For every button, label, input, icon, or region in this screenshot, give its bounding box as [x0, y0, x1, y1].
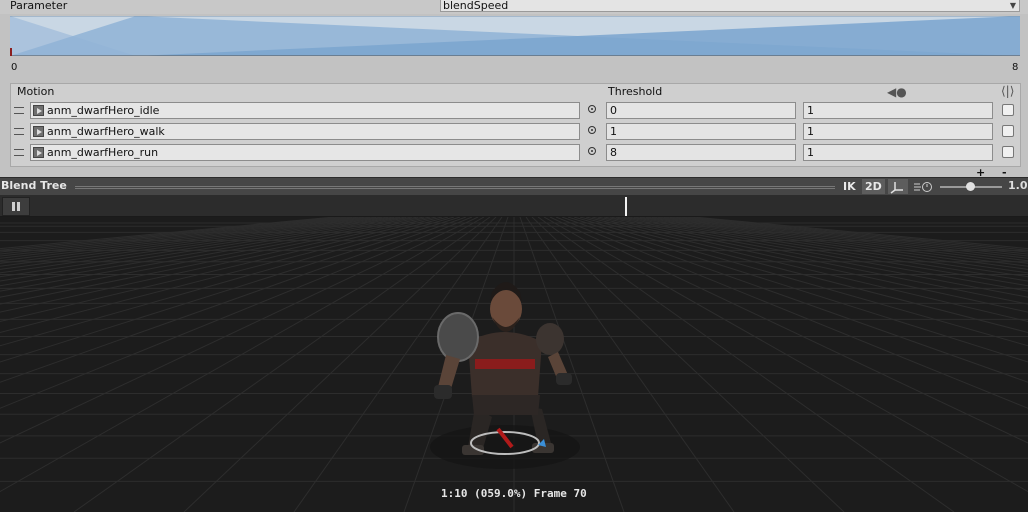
object-picker-icon[interactable]: [588, 126, 596, 134]
parameter-label: Parameter: [10, 0, 68, 12]
compute-thresholds-icon[interactable]: ◀●: [887, 85, 907, 99]
motion-clip-field[interactable]: anm_dwarfHero_run: [30, 144, 580, 161]
add-motion-button[interactable]: +: [976, 167, 985, 178]
dwarf-hero-character: [430, 282, 580, 469]
object-picker-icon[interactable]: [588, 147, 596, 155]
playback-speed-value: 1.0: [1008, 179, 1028, 192]
time-scale-input[interactable]: 1: [803, 102, 993, 119]
axis-max-label: 8: [1012, 62, 1019, 73]
animation-clip-icon: [33, 126, 44, 137]
preview-toolbar: Blend Tree IK 2D 1.0: [0, 177, 1028, 195]
axis-min-label: 0: [11, 62, 18, 73]
2d-toggle-button[interactable]: 2D: [862, 179, 885, 194]
motion-row: anm_dwarfHero_walk 1 1: [11, 123, 1020, 141]
timeline-bar[interactable]: [0, 195, 1028, 217]
parameter-dropdown[interactable]: blendSpeed ▼: [440, 0, 1020, 12]
time-scale-input[interactable]: 1: [803, 123, 993, 140]
blend-graph[interactable]: [10, 16, 1020, 56]
playhead[interactable]: [625, 197, 627, 216]
motion-clip-name: anm_dwarfHero_idle: [47, 104, 160, 117]
pause-icon[interactable]: [2, 197, 30, 216]
parameter-row: Parameter blendSpeed ▼: [0, 0, 1028, 14]
preview-title: Blend Tree: [1, 179, 67, 192]
slider-thumb[interactable]: [966, 182, 975, 191]
preview-viewport[interactable]: 1:10 (059.0%) Frame 70: [0, 217, 1028, 512]
threshold-input[interactable]: 0: [606, 102, 796, 119]
motion-clip-field[interactable]: anm_dwarfHero_idle: [30, 102, 580, 119]
ik-toggle-button[interactable]: IK: [840, 179, 859, 194]
animation-clip-icon: [33, 147, 44, 158]
frame-info: 1:10 (059.0%) Frame 70: [441, 487, 587, 500]
threshold-input[interactable]: 1: [606, 123, 796, 140]
motion-clip-name: anm_dwarfHero_walk: [47, 125, 165, 138]
mirror-checkbox[interactable]: [1002, 104, 1014, 116]
playback-speed-icon[interactable]: [912, 179, 934, 194]
dropdown-arrow-icon: ▼: [1009, 1, 1016, 10]
drag-bar[interactable]: [75, 186, 835, 189]
parameter-value: blendSpeed: [443, 0, 509, 12]
motion-clip-name: anm_dwarfHero_run: [47, 146, 159, 159]
animation-clip-icon: [33, 105, 44, 116]
remove-motion-button[interactable]: -: [1002, 167, 1007, 178]
object-picker-icon[interactable]: [588, 105, 596, 113]
threshold-input[interactable]: 8: [606, 144, 796, 161]
pivot-icon[interactable]: [888, 179, 908, 194]
motion-clip-field[interactable]: anm_dwarfHero_walk: [30, 123, 580, 140]
motion-list: Motion Threshold ◀● ⟨|⟩ anm_dwarfHero_id…: [10, 83, 1021, 167]
header-threshold: Threshold: [608, 85, 663, 98]
current-value-marker[interactable]: [10, 48, 12, 56]
motion-row: anm_dwarfHero_run 8 1: [11, 144, 1020, 162]
header-motion: Motion: [17, 85, 55, 98]
drag-handle-icon[interactable]: [14, 128, 24, 135]
drag-handle-icon[interactable]: [14, 107, 24, 114]
drag-handle-icon[interactable]: [14, 149, 24, 156]
motion-row: anm_dwarfHero_idle 0 1: [11, 102, 1020, 120]
mirror-checkbox[interactable]: [1002, 146, 1014, 158]
time-scale-input[interactable]: 1: [803, 144, 993, 161]
mirror-checkbox[interactable]: [1002, 125, 1014, 137]
mirror-header-icon[interactable]: ⟨|⟩: [1001, 84, 1014, 98]
